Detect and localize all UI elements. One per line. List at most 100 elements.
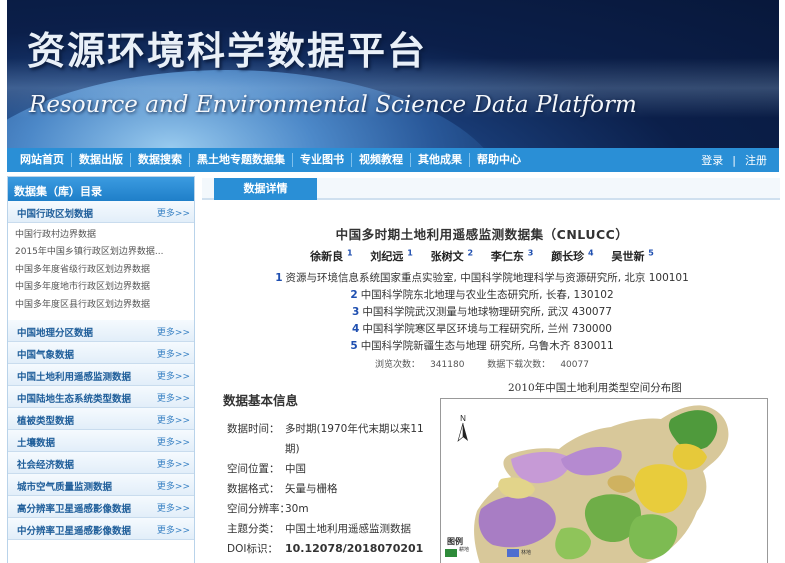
affil-text: 中国科学院武汉测量与地球物理研究所, 武汉 430077: [362, 306, 612, 318]
author[interactable]: 张树文 2: [431, 248, 474, 263]
category-item[interactable]: 土壤数据 更多>>: [8, 429, 194, 452]
china-map-image: [474, 405, 729, 563]
author-name: 李仁东: [490, 250, 524, 263]
doi-link[interactable]: 10.12078/2018070201: [285, 539, 423, 559]
affil-number: 1: [275, 272, 283, 284]
more-link[interactable]: 更多>>: [157, 479, 190, 492]
info-key: 主题分类：: [227, 523, 280, 535]
affil-number: 2: [350, 289, 358, 301]
author-affil-number: 2: [467, 248, 474, 258]
nav-home[interactable]: 网站首页: [13, 153, 72, 167]
nav-blacksoil[interactable]: 黑土地专题数据集: [190, 153, 293, 167]
nav-books[interactable]: 专业图书: [293, 153, 352, 167]
category-label: 中国气象数据: [17, 349, 75, 361]
register-link[interactable]: 注册: [745, 152, 767, 168]
author[interactable]: 刘纪远 1: [370, 248, 413, 263]
category-label: 土壤数据: [17, 437, 56, 449]
nav-publish[interactable]: 数据出版: [72, 153, 131, 167]
category-item[interactable]: 中分辨率卫星遥感影像数据 更多>>: [8, 517, 194, 540]
author[interactable]: 李仁东 3: [490, 248, 533, 263]
info-key: 空间位置：: [227, 463, 280, 475]
more-link[interactable]: 更多>>: [157, 347, 190, 360]
category-label: 社会经济数据: [17, 459, 75, 471]
more-link[interactable]: 更多>>: [157, 501, 190, 514]
more-link[interactable]: 更多>>: [157, 413, 190, 426]
map-title: 2010年中国土地利用类型空间分布图: [508, 382, 682, 394]
info-value: 矢量与栅格: [285, 483, 338, 495]
category-label: 城市空气质量监测数据: [17, 481, 113, 493]
info-key: 数据格式：: [227, 483, 280, 495]
detail-tabbar: 数据详情: [202, 178, 780, 200]
info-value: 多时期(1970年代末期以来11期): [285, 423, 424, 455]
more-link[interactable]: 更多>>: [157, 391, 190, 404]
info-value: 中国土地利用遥感监测数据: [285, 523, 411, 535]
list-item[interactable]: 中国多年度地市行政区划边界数据: [15, 279, 194, 296]
more-link[interactable]: 更多>>: [157, 523, 190, 536]
affiliation: 4 中国科学院寒区旱区环境与工程研究所, 兰州 730000: [202, 321, 762, 338]
download-count-value: 40077: [560, 360, 589, 370]
category-item[interactable]: 植被类型数据 更多>>: [8, 407, 194, 430]
info-key: 空间分辨率：: [227, 503, 290, 515]
catalog-title: 数据集（库）目录: [8, 177, 194, 201]
view-count-value: 341180: [430, 360, 465, 370]
category-item[interactable]: 中国土地利用遥感监测数据 更多>>: [8, 363, 194, 386]
category-label: 高分辨率卫星遥感影像数据: [17, 503, 132, 515]
more-link[interactable]: 更多>>: [157, 325, 190, 338]
category-label: 植被类型数据: [17, 415, 75, 427]
affil-number: 3: [352, 306, 360, 318]
dataset-detail: 数据详情 中国多时期土地利用遥感监测数据集（CNLUCC） 徐新良 1 刘纪远 …: [202, 178, 780, 563]
legend-swatch-farmland: [445, 549, 457, 557]
category-item[interactable]: 中国地理分区数据 更多>>: [8, 319, 194, 342]
legend-swatch-forest: [507, 549, 519, 557]
more-link[interactable]: 更多>>: [157, 369, 190, 382]
author-affil-number: 4: [588, 248, 594, 258]
land-use-map[interactable]: N 图例 耕地 林地: [440, 398, 768, 563]
tab-detail[interactable]: 数据详情: [214, 178, 317, 200]
category-label: 中国行政区划数据: [17, 209, 94, 220]
more-link[interactable]: 更多>>: [157, 435, 190, 448]
category-item[interactable]: 城市空气质量监测数据 更多>>: [8, 473, 194, 496]
nav-help[interactable]: 帮助中心: [470, 153, 528, 167]
auth-separator: |: [732, 153, 736, 167]
site-title-en: Resource and Environmental Science Data …: [29, 92, 637, 118]
nav-search[interactable]: 数据搜索: [131, 153, 190, 167]
nav-other[interactable]: 其他成果: [411, 153, 470, 167]
nav-videos[interactable]: 视频教程: [352, 153, 411, 167]
category-label: 中国陆地生态系统类型数据: [17, 393, 132, 405]
dataset-catalog: 数据集（库）目录 中国行政区划数据 更多>> 中国行政村边界数据 2015年中国…: [7, 176, 195, 563]
category-item[interactable]: 中国气象数据 更多>>: [8, 341, 194, 364]
affil-text: 中国科学院新疆生态与地理 研究所, 乌鲁木齐 830011: [360, 340, 614, 352]
main-nav: 网站首页 数据出版 数据搜索 黑土地专题数据集 专业图书 视频教程 其他成果 帮…: [7, 148, 779, 172]
download-count-label: 数据下载次数：: [487, 360, 551, 370]
list-item[interactable]: 中国多年度区县行政区划边界数据: [15, 297, 194, 314]
author-name: 吴世新: [611, 250, 645, 263]
author-list: 徐新良 1 刘纪远 1 张树文 2 李仁东 3 颜长珍 4 吴世新 5: [202, 248, 762, 264]
author-affil-number: 5: [648, 248, 654, 258]
affil-text: 中国科学院寒区旱区环境与工程研究所, 兰州 730000: [362, 323, 612, 335]
info-row-topic: 主题分类： 中国土地利用遥感监测数据: [222, 519, 432, 539]
info-value: 中国: [285, 463, 306, 475]
author-affil-number: 1: [346, 248, 353, 258]
affiliation: 3 中国科学院武汉测量与地球物理研究所, 武汉 430077: [202, 304, 762, 321]
author-name: 刘纪远: [370, 250, 404, 263]
basic-info: 数据基本信息 数据时间： 多时期(1970年代末期以来11期) 空间位置： 中国 数…: [222, 390, 432, 559]
login-link[interactable]: 登录: [701, 152, 723, 168]
author[interactable]: 徐新良 1: [310, 248, 353, 263]
category-item[interactable]: 高分辨率卫星遥感影像数据 更多>>: [8, 495, 194, 518]
info-row-time: 数据时间： 多时期(1970年代末期以来11期): [222, 419, 432, 459]
more-link[interactable]: 更多>>: [157, 457, 190, 470]
category-item[interactable]: 社会经济数据 更多>>: [8, 451, 194, 474]
category-item[interactable]: 中国陆地生态系统类型数据 更多>>: [8, 385, 194, 408]
info-row-location: 空间位置： 中国: [222, 459, 432, 479]
affiliation: 1 资源与环境信息系统国家重点实验室, 中国科学院地理科学与资源研究所, 北京 1…: [202, 270, 762, 287]
list-item[interactable]: 中国多年度省级行政区划边界数据: [15, 262, 194, 279]
more-link[interactable]: 更多>>: [157, 206, 190, 219]
author[interactable]: 颜长珍 4: [551, 248, 594, 263]
author-affil-number: 1: [407, 248, 413, 258]
info-value: 30m: [285, 503, 309, 515]
affiliation-list: 1 资源与环境信息系统国家重点实验室, 中国科学院地理科学与资源研究所, 北京 1…: [202, 270, 762, 355]
author[interactable]: 吴世新 5: [611, 248, 654, 263]
list-item[interactable]: 中国行政村边界数据: [15, 227, 194, 244]
list-item[interactable]: 2015年中国乡镇行政区划边界数据...: [15, 244, 194, 261]
category-admin-division[interactable]: 中国行政区划数据 更多>>: [8, 201, 194, 223]
